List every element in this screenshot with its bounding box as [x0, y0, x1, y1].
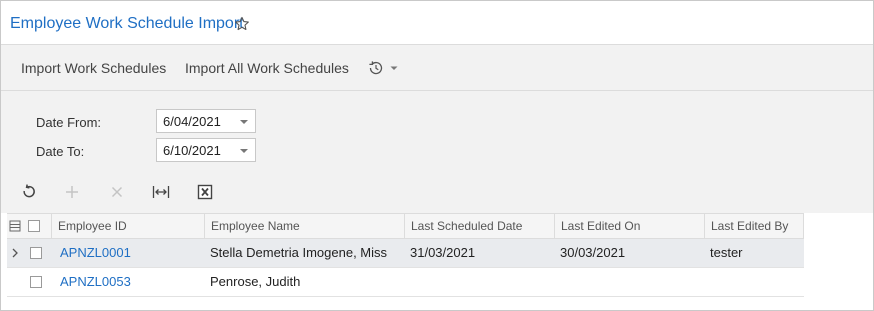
employee-name-cell: Penrose, Judith — [210, 274, 301, 289]
select-all-checkbox[interactable] — [28, 220, 40, 232]
fit-columns-icon[interactable] — [152, 183, 170, 201]
title-bar: Employee Work Schedule Import — [1, 1, 873, 45]
employee-id-link[interactable]: APNZL0053 — [54, 268, 131, 296]
date-from-label: Date From: — [36, 115, 102, 130]
filter-panel: Date From: 6/04/2021 Date To: 6/10/2021 — [1, 91, 873, 171]
column-header-last-edited-on[interactable]: Last Edited On — [554, 214, 704, 238]
chevron-down-icon[interactable] — [240, 120, 248, 124]
refresh-icon[interactable] — [20, 183, 38, 201]
history-clock-icon[interactable] — [367, 59, 401, 77]
export-excel-icon[interactable] — [196, 183, 214, 201]
row-settings-icon[interactable] — [9, 220, 21, 232]
page-title: Employee Work Schedule Import — [10, 15, 244, 32]
import-work-schedules-button[interactable]: Import Work Schedules — [21, 60, 166, 76]
main-toolbar: Import Work Schedules Import All Work Sc… — [1, 45, 873, 91]
column-header-employee-id[interactable]: Employee ID — [51, 214, 204, 238]
grid-toolbar — [1, 171, 873, 213]
last-edited-on-cell: 30/03/2021 — [560, 245, 626, 260]
last-edited-on-cell — [554, 268, 560, 296]
import-all-work-schedules-button[interactable]: Import All Work Schedules — [185, 60, 349, 76]
date-from-value: 6/04/2021 — [163, 114, 221, 129]
chevron-right-icon — [12, 248, 18, 258]
date-to-value: 6/10/2021 — [163, 143, 221, 158]
last-edited-by-cell: tester — [710, 245, 743, 260]
date-to-label: Date To: — [36, 144, 85, 159]
date-from-field[interactable]: 6/04/2021 — [156, 109, 256, 133]
table-row[interactable]: APNZL0053 Penrose, Judith — [7, 268, 804, 297]
table-row[interactable]: APNZL0001 Stella Demetria Imogene, Miss … — [7, 239, 804, 268]
last-edited-by-cell — [704, 268, 710, 296]
employee-id-link[interactable]: APNZL0001 — [54, 239, 131, 267]
column-header-last-scheduled-date[interactable]: Last Scheduled Date — [404, 214, 554, 238]
grid-header: Employee ID Employee Name Last Scheduled… — [7, 213, 804, 239]
chevron-down-icon — [390, 66, 398, 70]
employee-name-cell: Stella Demetria Imogene, Miss — [210, 245, 388, 260]
chevron-down-icon[interactable] — [240, 149, 248, 153]
row-checkbox[interactable] — [30, 276, 42, 288]
column-header-employee-name[interactable]: Employee Name — [204, 214, 404, 238]
delete-icon[interactable] — [108, 183, 126, 201]
row-checkbox[interactable] — [30, 247, 42, 259]
last-scheduled-date-cell: 31/03/2021 — [410, 245, 476, 260]
add-icon[interactable] — [63, 183, 81, 201]
date-to-field[interactable]: 6/10/2021 — [156, 138, 256, 162]
column-header-last-edited-by[interactable]: Last Edited By — [704, 214, 804, 238]
app-window: Employee Work Schedule Import Import Wor… — [0, 0, 874, 311]
last-scheduled-date-cell — [404, 268, 410, 296]
star-outline-icon[interactable] — [234, 16, 250, 32]
